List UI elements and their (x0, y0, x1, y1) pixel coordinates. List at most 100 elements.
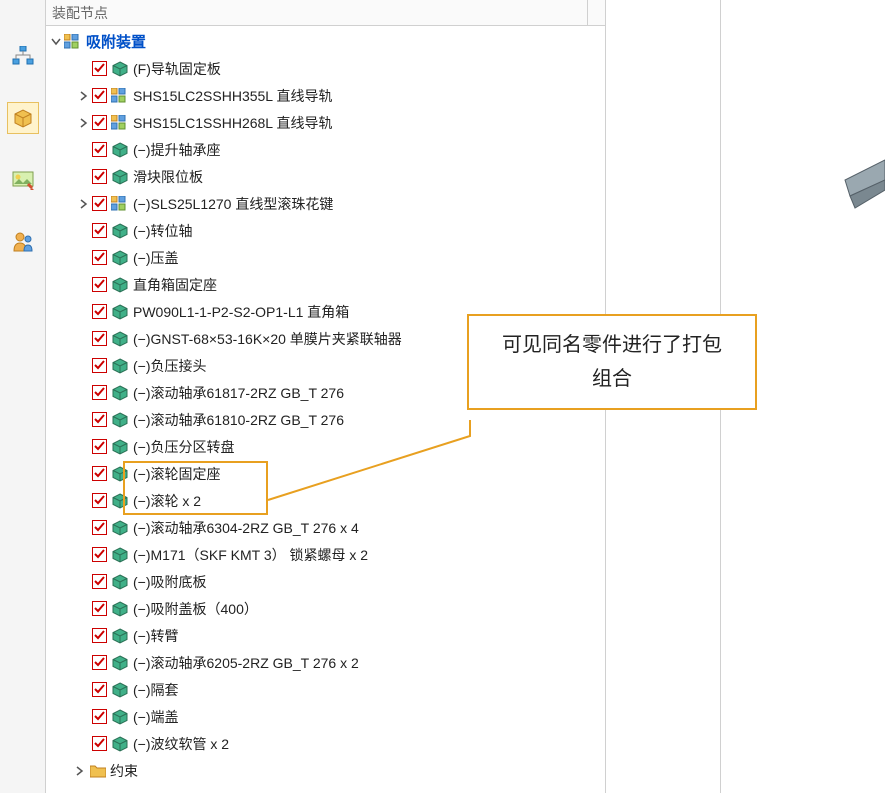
expand-icon[interactable] (76, 196, 92, 212)
visibility-checkbox[interactable] (92, 142, 107, 157)
visibility-checkbox[interactable] (92, 61, 107, 76)
part-icon (111, 735, 129, 753)
image-view-button[interactable] (7, 164, 39, 196)
sidebar-toolbar (0, 0, 46, 793)
tree-item-label: (−)滚轮固定座 (133, 464, 221, 484)
user-button[interactable] (7, 226, 39, 258)
visibility-checkbox[interactable] (92, 358, 107, 373)
part-icon (111, 546, 129, 564)
tree-item[interactable]: (−)SLS25L1270 直线型滚珠花键 (46, 190, 605, 217)
tree-item-label: (F)导轨固定板 (133, 59, 221, 79)
expand-icon[interactable] (76, 115, 92, 131)
visibility-checkbox[interactable] (92, 601, 107, 616)
tree-item-label: (−)压盖 (133, 248, 179, 268)
expand-icon[interactable] (76, 88, 92, 104)
visibility-checkbox[interactable] (92, 412, 107, 427)
tree-item-label: (−)滚动轴承6304-2RZ GB_T 276 x 4 (133, 518, 359, 538)
tree-item[interactable]: (−)转臂 (46, 622, 605, 649)
visibility-checkbox[interactable] (92, 628, 107, 643)
tree-constraints[interactable]: 约束 (46, 757, 605, 784)
visibility-checkbox[interactable] (92, 493, 107, 508)
visibility-checkbox[interactable] (92, 709, 107, 724)
part-icon (111, 465, 129, 483)
tree-item[interactable]: (−)波纹软管 x 2 (46, 730, 605, 757)
model-shape (825, 150, 885, 230)
tree-item[interactable]: (−)吸附盖板（400） (46, 595, 605, 622)
tree-item[interactable]: SHS15LC2SSHH355L 直线导轨 (46, 82, 605, 109)
tree-item-label: (−)隔套 (133, 680, 179, 700)
tree-item-label: (−)滚轮 x 2 (133, 491, 201, 511)
visibility-checkbox[interactable] (92, 439, 107, 454)
part-icon (111, 681, 129, 699)
part-icon (111, 492, 129, 510)
constraints-label: 约束 (110, 761, 138, 781)
part-icon (111, 60, 129, 78)
part-icon (111, 654, 129, 672)
tree-item[interactable]: (−)提升轴承座 (46, 136, 605, 163)
tree-item[interactable]: (−)M171（SKF KMT 3） 锁紧螺母 x 2 (46, 541, 605, 568)
tree-item-label: SHS15LC2SSHH355L 直线导轨 (133, 86, 332, 106)
tree-item[interactable]: SHS15LC1SSHH268L 直线导轨 (46, 109, 605, 136)
part-icon (111, 249, 129, 267)
visibility-checkbox[interactable] (92, 682, 107, 697)
tree-item[interactable]: (−)端盖 (46, 703, 605, 730)
visibility-checkbox[interactable] (92, 115, 107, 130)
visibility-checkbox[interactable] (92, 223, 107, 238)
tree-item[interactable]: (−)滚动轴承6205-2RZ GB_T 276 x 2 (46, 649, 605, 676)
tree-item[interactable]: (−)转位轴 (46, 217, 605, 244)
part-icon (111, 627, 129, 645)
tree-item-label: SHS15LC1SSHH268L 直线导轨 (133, 113, 332, 133)
tree-item-label: (−)转位轴 (133, 221, 193, 241)
tree-item[interactable]: (−)吸附底板 (46, 568, 605, 595)
tree-item-label: (−)滚动轴承61810-2RZ GB_T 276 (133, 410, 344, 430)
visibility-checkbox[interactable] (92, 520, 107, 535)
box-view-button[interactable] (7, 102, 39, 134)
tree-item[interactable]: 直角箱固定座 (46, 271, 605, 298)
visibility-checkbox[interactable] (92, 466, 107, 481)
callout-text-1: 可见同名零件进行了打包 (487, 328, 737, 362)
part-icon (111, 141, 129, 159)
part-icon (111, 222, 129, 240)
part-icon (111, 708, 129, 726)
callout-text-2: 组合 (487, 362, 737, 396)
tree-item[interactable]: (−)隔套 (46, 676, 605, 703)
part-icon (111, 303, 129, 321)
visibility-checkbox[interactable] (92, 574, 107, 589)
tree-item-label: (−)滚动轴承6205-2RZ GB_T 276 x 2 (133, 653, 359, 673)
tree-item[interactable]: (−)滚轮固定座 (46, 460, 605, 487)
assembly-icon (111, 87, 129, 105)
hierarchy-view-button[interactable] (7, 40, 39, 72)
visibility-checkbox[interactable] (92, 277, 107, 292)
expand-icon[interactable] (72, 763, 88, 779)
tree-item-label: (−)SLS25L1270 直线型滚珠花键 (133, 194, 333, 214)
tree-item[interactable]: (−)压盖 (46, 244, 605, 271)
visibility-checkbox[interactable] (92, 385, 107, 400)
expand-icon[interactable] (48, 34, 64, 50)
visibility-checkbox[interactable] (92, 169, 107, 184)
visibility-checkbox[interactable] (92, 88, 107, 103)
tree-item-label: (−)吸附盖板（400） (133, 599, 258, 619)
visibility-checkbox[interactable] (92, 250, 107, 265)
tree-item-label: (−)GNST-68×53-16K×20 单膜片夹紧联轴器 (133, 329, 402, 349)
tree-item-label: (−)端盖 (133, 707, 179, 727)
tree-item-label: PW090L1-1-P2-S2-OP1-L1 直角箱 (133, 302, 349, 322)
visibility-checkbox[interactable] (92, 196, 107, 211)
visibility-checkbox[interactable] (92, 304, 107, 319)
tree-item[interactable]: (−)滚动轴承6304-2RZ GB_T 276 x 4 (46, 514, 605, 541)
visibility-checkbox[interactable] (92, 547, 107, 562)
tree-root[interactable]: 吸附装置 (46, 28, 605, 55)
panel-header-label: 装配节点 (52, 5, 108, 21)
tree-item[interactable]: 滑块限位板 (46, 163, 605, 190)
part-icon (111, 168, 129, 186)
tree-item[interactable]: (−)滚轮 x 2 (46, 487, 605, 514)
visibility-checkbox[interactable] (92, 655, 107, 670)
tree-item[interactable]: (F)导轨固定板 (46, 55, 605, 82)
tree-item[interactable]: (−)滚动轴承61810-2RZ GB_T 276 (46, 406, 605, 433)
tree-item-label: (−)负压接头 (133, 356, 207, 376)
visibility-checkbox[interactable] (92, 736, 107, 751)
assembly-icon (111, 195, 129, 213)
column-divider[interactable] (587, 0, 605, 26)
tree-item[interactable]: (−)负压分区转盘 (46, 433, 605, 460)
visibility-checkbox[interactable] (92, 331, 107, 346)
part-icon (111, 330, 129, 348)
